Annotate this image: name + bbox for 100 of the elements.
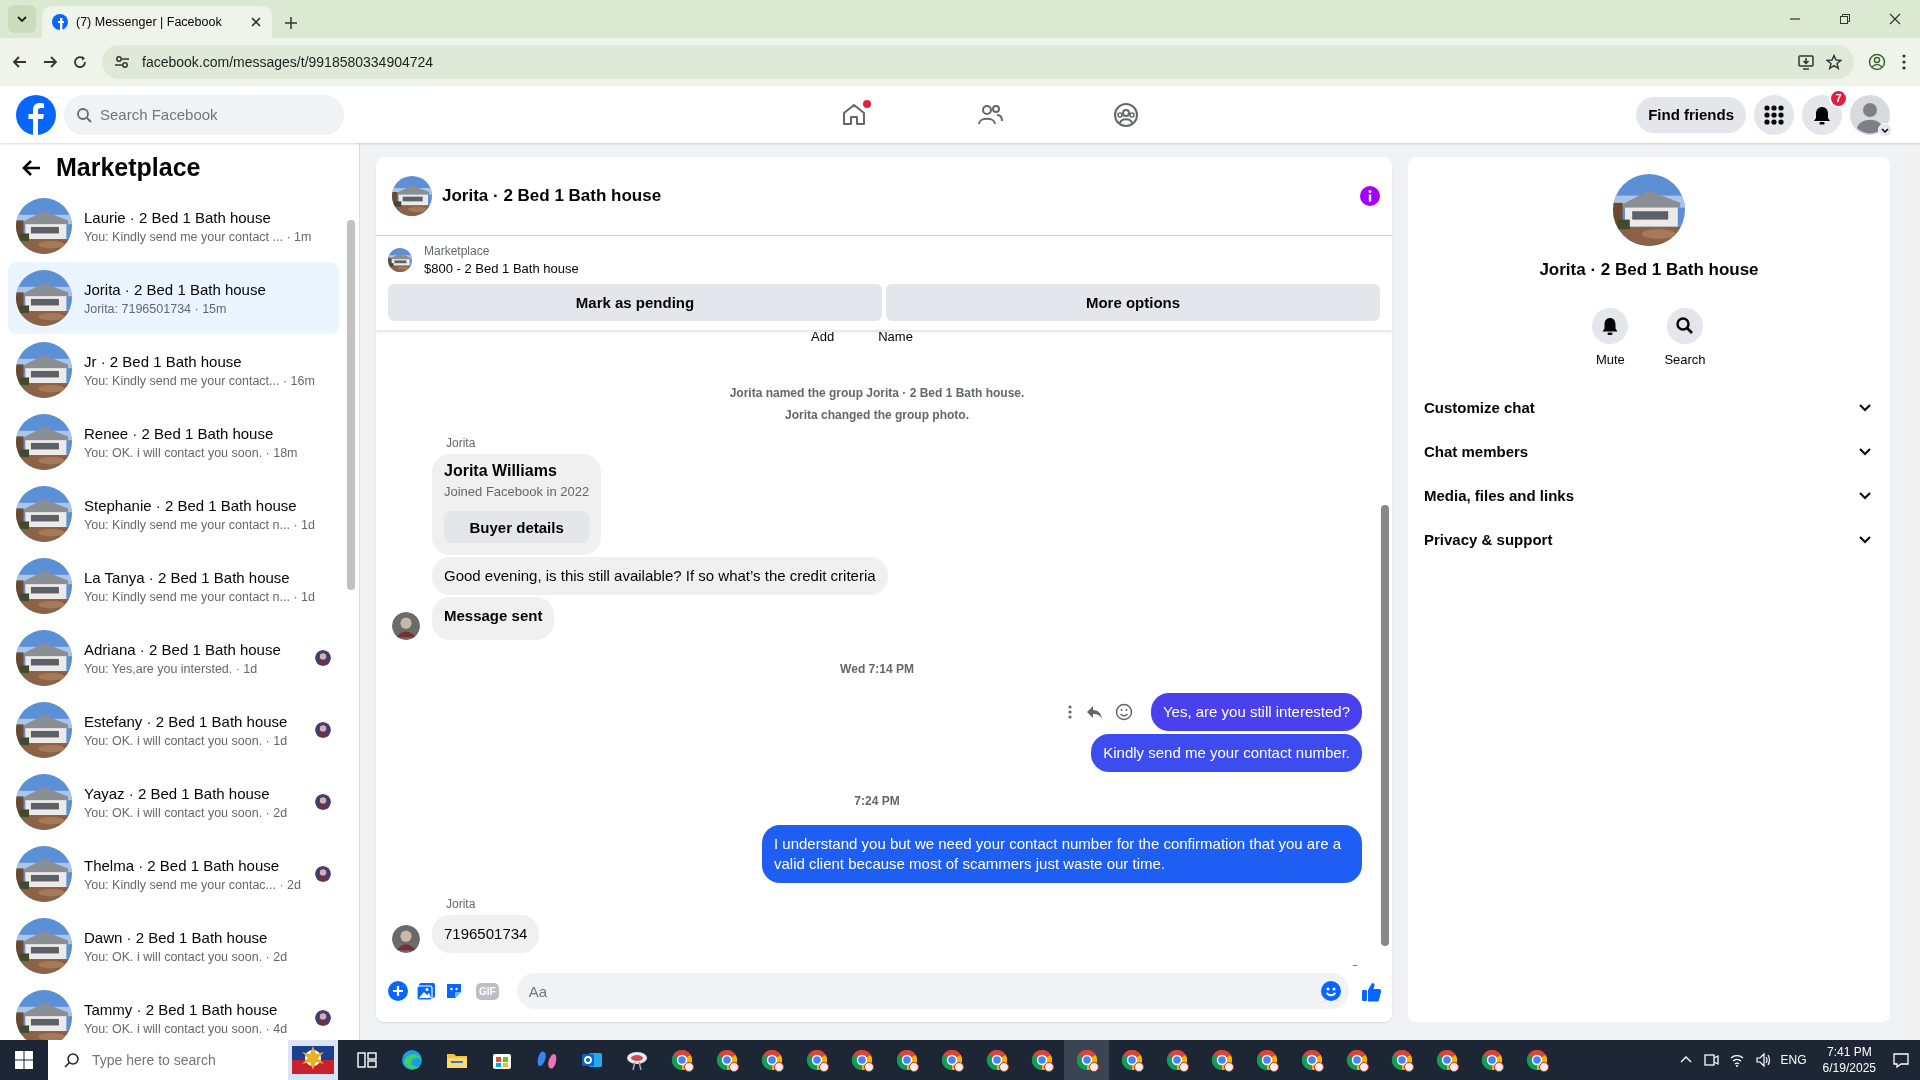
chrome-icon[interactable]	[1299, 1048, 1324, 1072]
browser-tab[interactable]: (7) Messenger | Facebook	[42, 6, 272, 38]
mute-button[interactable]	[1592, 308, 1629, 344]
forward-icon[interactable]	[42, 54, 58, 70]
conversation-item[interactable]: Estefany · 2 Bed 1 Bath house You: OK. i will contact you soon. · 1d	[8, 694, 339, 766]
buyer-details-button[interactable]: Buyer details	[444, 511, 590, 543]
section-title: Privacy & support	[1424, 530, 1553, 548]
conversation-item[interactable]: Jorita · 2 Bed 1 Bath house Jorita: 7196501734 · 15m	[8, 262, 339, 334]
message-preview: You: OK. i will contact you soon. · 18m	[84, 445, 299, 460]
emoji-icon[interactable]	[1321, 981, 1341, 1001]
tab-title: (7) Messenger | Facebook	[76, 15, 223, 29]
chrome-icon[interactable]	[1074, 1048, 1099, 1072]
conversation-item[interactable]: Dawn · 2 Bed 1 Bath house You: OK. i will contact you soon. · 2d	[8, 910, 339, 982]
camera-icon[interactable]	[1702, 1052, 1719, 1068]
reload-icon[interactable]	[72, 54, 88, 70]
action-button[interactable]: More options	[886, 284, 1380, 321]
notification-icon[interactable]	[1892, 1051, 1910, 1069]
chrome-icon[interactable]	[1479, 1048, 1504, 1072]
groups-icon[interactable]	[1113, 101, 1139, 128]
section-header[interactable]: Media, files and links	[1416, 473, 1882, 517]
chrome-icon[interactable]	[1209, 1048, 1234, 1072]
system-message: Jorita named the group Jorita · 2 Bed 1 Bath house.	[728, 386, 1026, 400]
timestamp: 7:24 PM	[853, 794, 901, 808]
smiley-icon[interactable]	[1114, 703, 1133, 721]
chrome-icon[interactable]	[1164, 1048, 1189, 1072]
scrollbar[interactable]	[1905, 143, 1920, 1040]
conversation-item[interactable]: Thelma · 2 Bed 1 Bath house You: Kindly send me your contac... · 2d	[8, 838, 339, 910]
search-icon	[1675, 316, 1695, 336]
image-icon[interactable]	[416, 981, 436, 1001]
chrome-icon[interactable]	[759, 1048, 784, 1072]
find-friends-button[interactable]: Find friends	[1636, 96, 1746, 133]
section-header[interactable]: Chat members	[1416, 429, 1882, 473]
section-header[interactable]: Customize chat	[1416, 385, 1882, 429]
new-tab-icon[interactable]	[284, 16, 298, 30]
install-app-icon[interactable]	[1798, 54, 1814, 70]
restore-icon[interactable]	[1839, 13, 1851, 25]
action-label: Search	[1664, 352, 1706, 367]
menu-icon[interactable]	[1900, 54, 1908, 70]
conversation-title: Tammy · 2 Bed 1 Bath house	[84, 1000, 279, 1018]
star-icon[interactable]	[1826, 54, 1842, 70]
chrome-icon[interactable]	[1119, 1048, 1144, 1072]
browser-icon[interactable]	[399, 1048, 424, 1072]
language-indicator[interactable]: ENG	[1780, 1053, 1807, 1067]
more-icon[interactable]	[1066, 704, 1073, 720]
chrome-icon[interactable]	[984, 1048, 1009, 1072]
conversation-item[interactable]: Laurie · 2 Bed 1 Bath house You: Kindly send me your contact ... · 1m	[8, 190, 339, 262]
scrollbar[interactable]	[347, 220, 355, 590]
chrome-icon[interactable]	[669, 1048, 694, 1072]
clock-time[interactable]: 7:41 PM	[1826, 1044, 1872, 1060]
taskbar-search-field[interactable]: Type here to search	[48, 1040, 288, 1080]
menu-button[interactable]	[1754, 94, 1794, 135]
wifi-icon[interactable]	[1728, 1052, 1745, 1068]
chrome-icon[interactable]	[894, 1048, 919, 1072]
conversation-title: Jr · 2 Bed 1 Bath house	[84, 352, 243, 370]
clock-date[interactable]: 6/19/2025	[1822, 1060, 1876, 1076]
back-icon[interactable]	[12, 54, 28, 70]
conversation-item[interactable]: Yayaz · 2 Bed 1 Bath house You: OK. i will contact you soon. · 2d	[8, 766, 339, 838]
chrome-icon[interactable]	[714, 1048, 739, 1072]
info-icon[interactable]	[1360, 186, 1380, 206]
search-button[interactable]	[1667, 308, 1703, 344]
conversation-title: Dawn · 2 Bed 1 Bath house	[84, 928, 269, 946]
chrome-icon[interactable]	[1524, 1048, 1549, 1072]
conversation-item[interactable]: La Tanya · 2 Bed 1 Bath house You: Kindly send me your contact n... · 1d	[8, 550, 339, 622]
profile-icon[interactable]	[1868, 53, 1886, 71]
conversation-item[interactable]: Adriana · 2 Bed 1 Bath house You: Yes,are you intersted. · 1d	[8, 622, 339, 694]
chrome-icon[interactable]	[804, 1048, 829, 1072]
volume-icon[interactable]	[1754, 1052, 1771, 1068]
conversation-title: Laurie · 2 Bed 1 Bath house	[84, 208, 272, 226]
like-icon[interactable]	[1361, 980, 1382, 1002]
chrome-icon[interactable]	[849, 1048, 874, 1072]
scrollbar[interactable]	[1381, 505, 1389, 946]
address-bar[interactable]: facebook.com/messages/t/9918580334904724	[102, 45, 1854, 79]
section-title: Customize chat	[1424, 398, 1535, 416]
listing-label: Marketplace	[424, 244, 491, 258]
chrome-icon[interactable]	[939, 1048, 964, 1072]
conversation-item[interactable]: Jr · 2 Bed 1 Bath house You: Kindly send me your contact... · 16m	[8, 334, 339, 406]
chrome-icon[interactable]	[1254, 1048, 1279, 1072]
tab-search-button[interactable]	[8, 5, 36, 33]
chat-title: Jorita · 2 Bed 1 Bath house	[442, 186, 663, 206]
message-field[interactable]: Aa	[516, 973, 1349, 1009]
search-field[interactable]: Search Facebook	[64, 94, 344, 135]
chrome-icon[interactable]	[1029, 1048, 1054, 1072]
conversation-item[interactable]: Renee · 2 Bed 1 Bath house You: OK. i will contact you soon. · 18m	[8, 406, 339, 478]
section-header[interactable]: Privacy & support	[1416, 517, 1882, 561]
caret-icon[interactable]	[1878, 122, 1892, 137]
plus-icon[interactable]	[388, 981, 408, 1001]
profile-avatar[interactable]	[1850, 94, 1890, 135]
chrome-icon[interactable]	[1434, 1048, 1459, 1072]
home-icon[interactable]	[841, 101, 867, 128]
message-preview: You: Kindly send me your contac... · 2d	[84, 877, 303, 892]
sticker-icon[interactable]	[444, 981, 464, 1001]
chrome-icon[interactable]	[1389, 1048, 1414, 1072]
close-icon[interactable]	[250, 16, 262, 28]
action-button[interactable]: Mark as pending	[388, 284, 882, 321]
chrome-icon[interactable]	[1344, 1048, 1369, 1072]
conversation-item[interactable]: Stephanie · 2 Bed 1 Bath house You: Kindly send me your contact n... · 1d	[8, 478, 339, 550]
site-settings-icon[interactable]	[114, 54, 130, 70]
windows-start-icon[interactable]	[15, 1051, 33, 1069]
close-icon[interactable]	[1889, 13, 1901, 25]
facebook-logo-icon[interactable]	[16, 94, 56, 135]
